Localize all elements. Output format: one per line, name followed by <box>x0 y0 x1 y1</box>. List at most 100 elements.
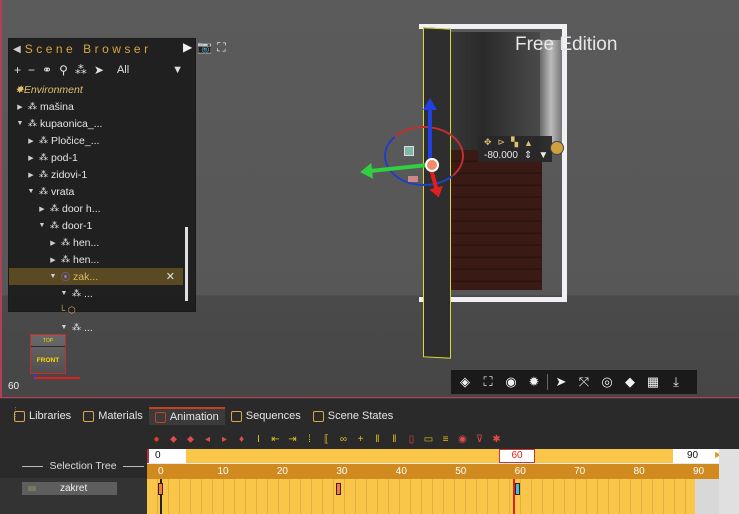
drop-to-floor-icon[interactable]: ⤓ <box>666 373 686 391</box>
loop-icon[interactable]: ∞ <box>337 433 350 446</box>
key-remove-icon[interactable]: ⬥ <box>184 433 197 446</box>
tab-animation[interactable]: Animation <box>148 407 225 425</box>
snap-icon[interactable]: I <box>252 433 265 446</box>
folder-icon[interactable]: ▭ <box>422 433 435 446</box>
key-add-icon[interactable]: ⬥ <box>167 433 180 446</box>
tree-item[interactable]: ▼ ⁂ vrata <box>9 183 195 200</box>
tab-scene-states[interactable]: Scene States <box>307 407 399 425</box>
list-icon[interactable]: ≡ <box>439 433 452 446</box>
filter-icon[interactable]: ⊽ <box>473 433 486 446</box>
expand-arrow-icon[interactable]: ▼ <box>15 120 25 127</box>
timeline-ruler[interactable]: 0 10 20 30 40 50 60 70 80 90 <box>147 464 719 479</box>
tree-item[interactable]: ▶ ⁂ Pločice_... <box>9 132 195 149</box>
add-track-icon[interactable]: + <box>354 433 367 446</box>
expand-arrow-icon[interactable]: ▶ <box>183 40 192 55</box>
delete-icon[interactable]: ▯ <box>405 433 418 446</box>
settings-icon[interactable]: ✱ <box>490 433 503 446</box>
expand-arrow-icon[interactable]: ▶ <box>26 154 36 162</box>
cursor-icon[interactable]: ➤ <box>94 63 104 77</box>
3d-viewport[interactable]: ✥ ⊳ ▚ ▲ -80.000 ⇕ ▼ Free Edition ◀ Scene… <box>0 0 739 398</box>
keyframe[interactable] <box>514 483 520 495</box>
grid-icon[interactable]: ⁞ <box>303 433 316 446</box>
tree-item[interactable]: ▶ ⁂ hen... <box>9 251 195 268</box>
tree-item[interactable]: └ ⬡ <box>9 302 195 319</box>
stepper-icon[interactable]: ⇕ <box>524 150 532 161</box>
snap-icon[interactable]: ▚ <box>511 137 518 148</box>
gizmo-z-arrow[interactable] <box>423 98 437 160</box>
scene-browser-header[interactable]: ◀ Scene Browser <box>9 39 195 59</box>
select-cursor-icon[interactable]: ➤ <box>551 373 571 391</box>
record-icon[interactable]: ● <box>150 433 163 446</box>
shading-icon[interactable]: ◉ <box>501 373 521 391</box>
material-icon[interactable]: ◆ <box>620 373 640 391</box>
scene-tree-scrollbar[interactable] <box>185 227 188 301</box>
search-icon[interactable]: ⚲ <box>59 63 68 77</box>
expand-arrow-icon[interactable]: ▼ <box>59 290 69 297</box>
gizmo-center[interactable] <box>425 158 439 172</box>
rotate-gizmo-ring[interactable] <box>384 126 464 186</box>
view-cube-front[interactable]: FRONT <box>31 357 65 364</box>
range-start[interactable]: 0 <box>155 450 161 461</box>
expand-arrow-icon[interactable]: ▶ <box>26 171 36 179</box>
timeline-scroll-area[interactable] <box>719 449 739 514</box>
keyframe[interactable] <box>336 483 342 495</box>
remove-icon[interactable]: − <box>28 63 35 77</box>
tree-item[interactable]: ▶ ⁂ zidovi-1 <box>9 166 195 183</box>
tab-libraries[interactable]: Libraries <box>8 407 77 425</box>
view-cube[interactable]: TOP FRONT <box>30 334 66 374</box>
key-next-icon[interactable]: ▸ <box>218 433 231 446</box>
gizmo-knob-icon[interactable] <box>550 141 564 155</box>
expand-arrow-icon[interactable]: ▼ <box>48 273 58 280</box>
tree-item[interactable]: ▶ ⁂ hen... <box>9 234 195 251</box>
expand-arrow-icon[interactable]: ▼ <box>26 188 36 195</box>
timeline-tracks[interactable] <box>147 479 719 514</box>
tree-item[interactable]: ▼ ⁂ door-1 <box>9 217 195 234</box>
playhead[interactable] <box>513 479 515 514</box>
range-end[interactable]: 90 <box>673 449 713 463</box>
expand-arrow-icon[interactable]: ▼ <box>37 222 47 229</box>
close-icon[interactable]: ✕ <box>166 270 175 283</box>
gizmo-plane-handle[interactable] <box>404 146 414 156</box>
tab-sequences[interactable]: Sequences <box>225 407 307 425</box>
move-icon[interactable]: ✥ <box>484 137 492 148</box>
grid-icon[interactable]: ▦ <box>643 373 663 391</box>
triangle-icon[interactable]: ▲ <box>524 138 533 148</box>
pivot-icon[interactable]: ⊳ <box>498 137 506 148</box>
pause-b-icon[interactable]: ‖ <box>388 433 401 446</box>
track-expand-icon[interactable] <box>28 486 36 491</box>
inspect-icon[interactable]: ◎ <box>597 373 617 391</box>
timeline[interactable]: 0 60 90 ▶| 0 10 20 30 40 50 60 70 80 90 <box>147 449 739 514</box>
to-end-icon[interactable]: ⇥ <box>286 433 299 446</box>
tree-item[interactable]: ▶ ⁂ mašina <box>9 98 195 115</box>
group-icon[interactable]: ⁂ <box>75 63 87 77</box>
gizmo-plane-handle-2[interactable] <box>408 176 418 182</box>
bracket-icon[interactable]: ⟦ <box>320 433 333 446</box>
keyframe[interactable] <box>158 483 163 495</box>
timeline-range-bar[interactable]: 0 60 90 ▶| <box>147 449 723 463</box>
expand-arrow-icon[interactable]: ▶ <box>37 205 47 213</box>
expand-arrow-icon[interactable]: ▶ <box>26 137 36 145</box>
key-mark-icon[interactable]: ♦ <box>235 433 248 446</box>
tree-item[interactable]: ▶ ⁂ door h... <box>9 200 195 217</box>
frame-select-icon[interactable]: ⛶ <box>478 373 498 391</box>
eye-icon[interactable]: ◉ <box>456 433 469 446</box>
tree-item[interactable]: ▼ ⦿ zak... ✕ <box>9 268 183 285</box>
timeline-play-range[interactable] <box>186 449 674 463</box>
key-prev-icon[interactable]: ◂ <box>201 433 214 446</box>
chevron-down-icon[interactable]: ▼ <box>538 150 548 161</box>
tree-item[interactable]: ▶ ⁂ pod-1 <box>9 149 195 166</box>
to-start-icon[interactable]: ⇤ <box>269 433 282 446</box>
view-mode-icon[interactable]: ◈ <box>455 373 475 391</box>
expand-arrow-icon[interactable]: ▶ <box>48 239 58 247</box>
tree-item[interactable]: ✸ Environment <box>9 81 195 98</box>
link-icon[interactable]: ⚭ <box>42 63 52 77</box>
view-cube-top[interactable]: TOP <box>31 335 65 347</box>
expand-arrow-icon[interactable]: ▶ <box>48 256 58 264</box>
tree-item[interactable]: ▼ ⁂ kupaonica_... <box>9 115 195 132</box>
fit-icon[interactable]: ⤧ <box>574 373 594 391</box>
expand-arrow-icon[interactable]: ▼ <box>59 324 69 331</box>
collapse-icon[interactable]: ◀ <box>13 44 21 55</box>
gizmo-value[interactable]: -80.000 <box>484 150 518 161</box>
tree-item[interactable]: ▼ ⁂... <box>9 285 195 302</box>
frame-icon[interactable]: ⛶ <box>217 40 225 55</box>
